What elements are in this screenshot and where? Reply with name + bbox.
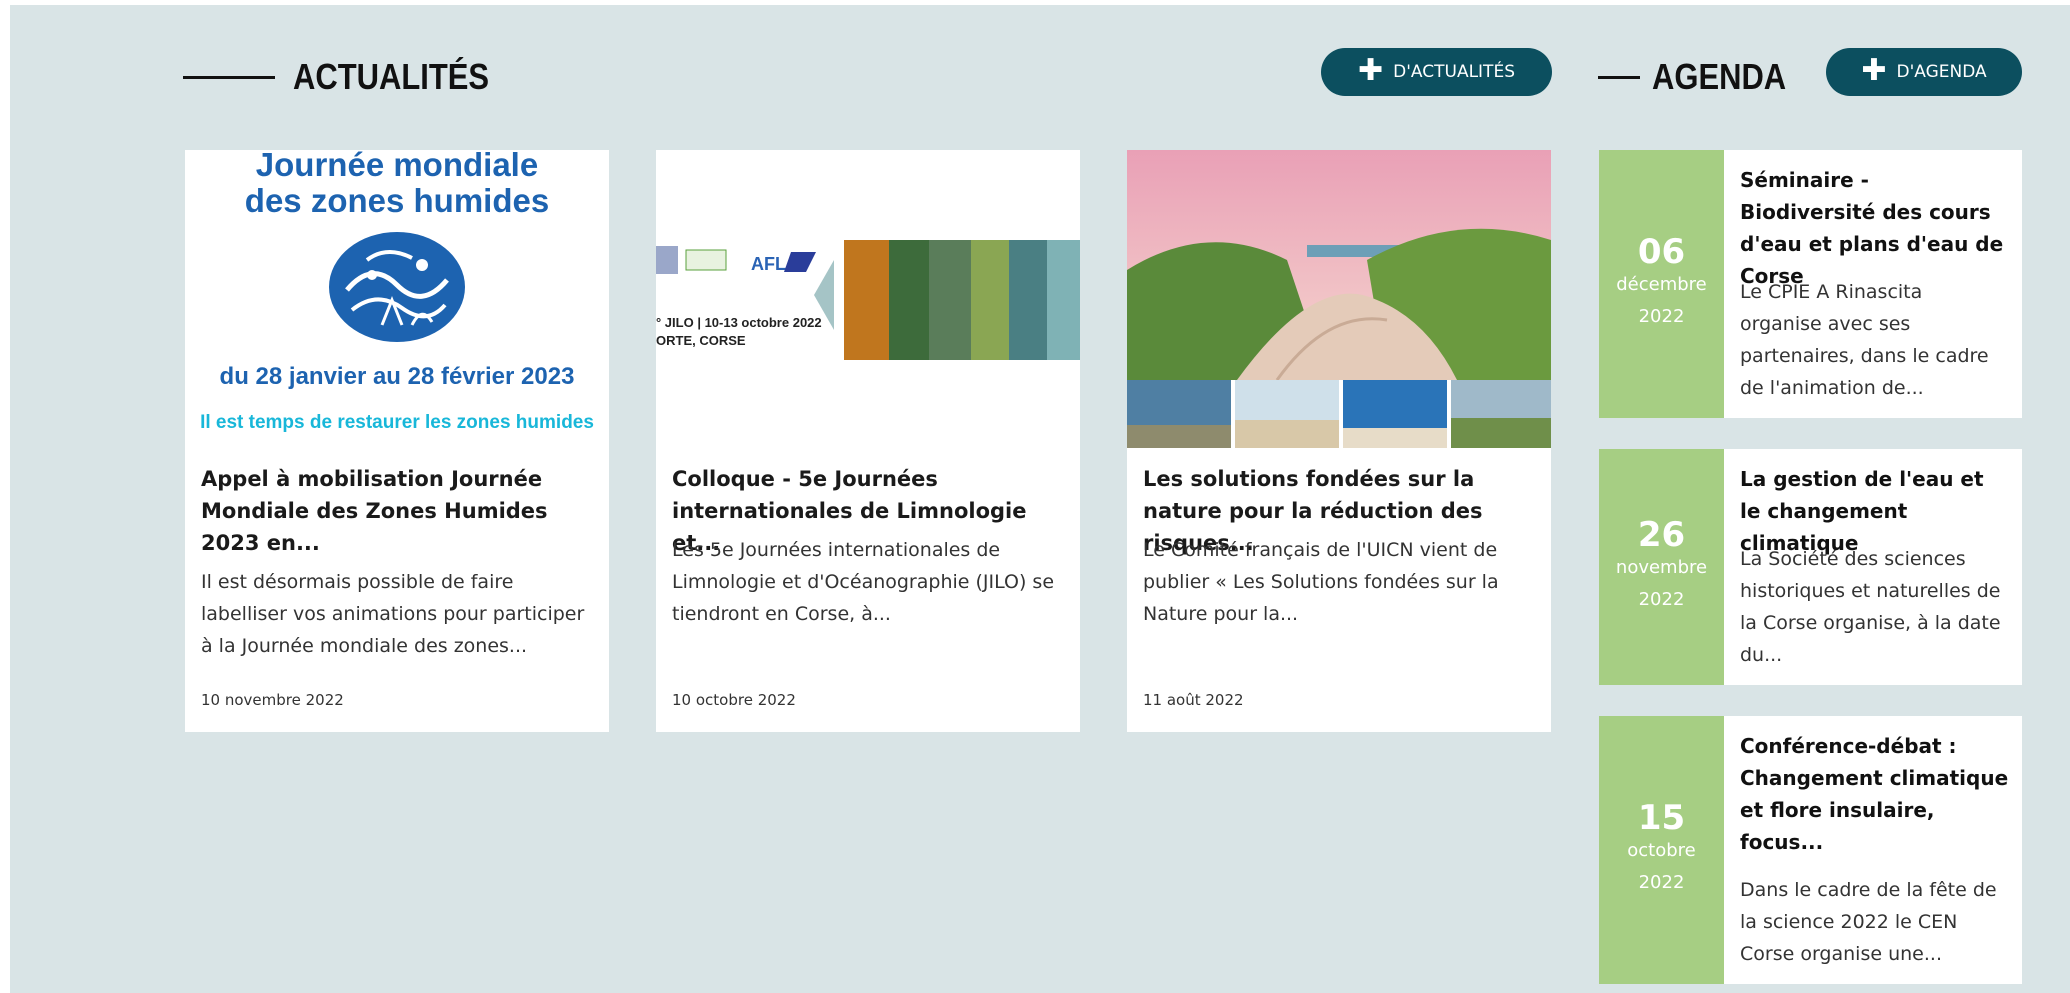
agenda-item-excerpt: Dans le cadre de la fête de la science 2… <box>1740 879 1997 965</box>
agenda-month: novembre <box>1615 557 1708 578</box>
agenda-item[interactable]: 26 novembre 2022 La gestion de l'eau et … <box>1599 449 2022 685</box>
news-card-excerpt: Le Comité français de l'UICN vient de pu… <box>1143 539 1499 625</box>
agenda-section-title: AGENDA <box>1598 52 1808 102</box>
more-agenda-button[interactable]: ✚ D'AGENDA <box>1826 48 2022 96</box>
news-card-excerpt: Les 5e Journées internationales de Limno… <box>672 539 1055 625</box>
more-agenda-label: D'AGENDA <box>1896 62 1987 82</box>
poster-title-line-2: des zones humides <box>244 182 550 219</box>
news-card-image-jilo-banner[interactable]: AFL ° JILO | 10-13 octobre 2022 ORTE, CO… <box>656 150 1080 448</box>
news-card-title[interactable]: Appel à mobilisation Journée Mondiale de… <box>201 463 595 559</box>
news-card-date: 10 octobre 2022 <box>672 691 796 709</box>
news-card-excerpt: Il est désormais possible de faire label… <box>201 571 585 657</box>
news-card[interactable]: Journée mondiale des zones humides du 28… <box>185 150 609 732</box>
more-news-button[interactable]: ✚ D'ACTUALITÉS <box>1321 48 1552 96</box>
agenda-date-box: 26 novembre 2022 <box>1599 449 1724 685</box>
poster-dates: du 28 janvier au 28 février 2023 <box>219 363 575 390</box>
agenda-year: 2022 <box>1638 306 1685 327</box>
title-rule <box>183 75 275 79</box>
agenda-month: décembre <box>1616 274 1707 295</box>
news-card-image-dunes[interactable] <box>1127 150 1551 448</box>
agenda-item-excerpt: La Société des sciences historiques et n… <box>1740 548 2001 666</box>
news-title-label: ACTUALITÉS <box>293 56 490 97</box>
agenda-title-label: AGENDA <box>1652 56 1787 97</box>
agenda-month: octobre <box>1627 840 1696 861</box>
agenda-date-box: 06 décembre 2022 <box>1599 150 1724 418</box>
poster-title-line-1: Journée mondiale <box>255 150 539 183</box>
news-section-title: ACTUALITÉS <box>183 52 521 102</box>
agenda-item[interactable]: 15 octobre 2022 Conférence-débat : Chang… <box>1599 716 2022 984</box>
agenda-day: 26 <box>1637 515 1686 555</box>
banner-caption-line-1: ° JILO | 10-13 octobre 2022 <box>656 315 822 330</box>
banner-caption: ° JILO | 10-13 octobre 2022 ORTE, CORSE <box>656 314 822 350</box>
news-card[interactable]: Les solutions fondées sur la nature pour… <box>1127 150 1551 732</box>
wetlands-logo-icon <box>329 232 465 342</box>
news-card-date: 11 août 2022 <box>1143 691 1244 709</box>
dunes-photo <box>1127 150 1551 448</box>
title-rule <box>1598 75 1640 79</box>
poster-title: Journée mondiale des zones humides <box>185 150 609 219</box>
agenda-item-title[interactable]: Conférence-débat : Changement climatique… <box>1740 730 2010 858</box>
agenda-item[interactable]: 06 décembre 2022 Séminaire - Biodiversit… <box>1599 150 2022 418</box>
more-news-label: D'ACTUALITÉS <box>1393 62 1515 82</box>
poster-tagline: Il est temps de restaurer les zones humi… <box>200 412 594 433</box>
banner-caption-line-2: ORTE, CORSE <box>656 333 746 348</box>
news-card-image-wetlands-poster[interactable]: Journée mondiale des zones humides du 28… <box>185 150 609 448</box>
banner-logo-text: AFL <box>751 254 786 274</box>
agenda-day: 15 <box>1637 798 1686 838</box>
agenda-item-title[interactable]: Séminaire - Biodiversité des cours d'eau… <box>1740 164 2010 292</box>
news-card[interactable]: AFL ° JILO | 10-13 octobre 2022 ORTE, CO… <box>656 150 1080 732</box>
agenda-year: 2022 <box>1638 872 1685 893</box>
agenda-date-box: 15 octobre 2022 <box>1599 716 1724 984</box>
agenda-item-excerpt: Le CPIE A Rinascita organise avec ses pa… <box>1740 281 1989 399</box>
plus-icon: ✚ <box>1358 53 1384 88</box>
agenda-year: 2022 <box>1638 589 1685 610</box>
news-card-date: 10 novembre 2022 <box>201 691 344 709</box>
agenda-day: 06 <box>1637 232 1686 272</box>
plus-icon: ✚ <box>1861 53 1887 88</box>
